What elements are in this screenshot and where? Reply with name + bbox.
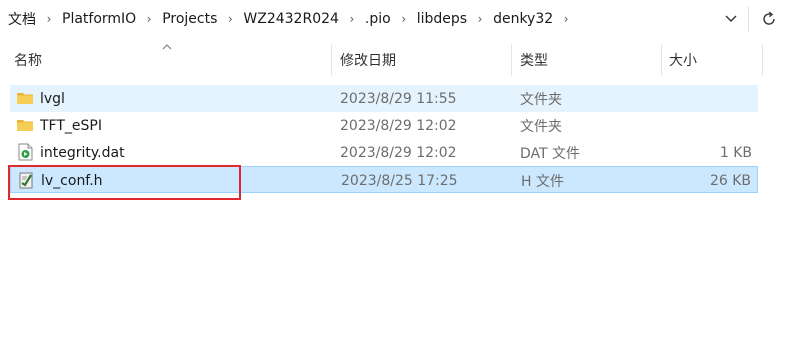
folder-icon <box>17 93 33 104</box>
file-date: 2023/8/29 12:02 <box>340 144 457 161</box>
column-header-type[interactable]: 类型 <box>520 40 548 80</box>
list-item[interactable]: lvgl 2023/8/29 11:55 文件夹 <box>10 85 758 112</box>
column-header-date[interactable]: 修改日期 <box>340 40 396 80</box>
breadcrumb-separator-icon[interactable]: › <box>36 12 62 26</box>
list-item[interactable]: lv_conf.h 2023/8/25 17:25 H 文件 26 KB <box>10 166 758 193</box>
breadcrumb-separator-icon[interactable]: › <box>391 12 417 26</box>
breadcrumb-item-pio[interactable]: .pio <box>365 11 391 27</box>
column-divider[interactable] <box>331 44 332 76</box>
column-divider[interactable] <box>511 44 512 76</box>
breadcrumb-separator-icon[interactable]: › <box>217 12 243 26</box>
file-name: integrity.dat <box>40 144 125 161</box>
file-name: lv_conf.h <box>41 172 103 189</box>
column-header: 名称 修改日期 类型 大小 <box>0 40 789 80</box>
breadcrumb-item-projects[interactable]: Projects <box>162 11 217 27</box>
breadcrumb-separator-icon[interactable]: › <box>553 12 579 26</box>
chevron-down-icon <box>725 15 737 22</box>
dat-file-icon <box>18 143 33 161</box>
address-bar[interactable]: 文档 › PlatformIO › Projects › WZ2432R024 … <box>0 0 789 38</box>
breadcrumb-item-denky32[interactable]: denky32 <box>493 11 553 27</box>
column-header-size[interactable]: 大小 <box>669 40 697 80</box>
breadcrumb-item-platformio[interactable]: PlatformIO <box>62 11 136 27</box>
file-name: TFT_eSPI <box>40 117 102 134</box>
list-item[interactable]: TFT_eSPI 2023/8/29 12:02 文件夹 <box>10 112 758 139</box>
column-divider[interactable] <box>762 44 763 76</box>
breadcrumb-item-documents[interactable]: 文档 <box>8 9 36 29</box>
file-date: 2023/8/29 11:55 <box>340 90 457 107</box>
header-file-icon <box>19 172 33 189</box>
file-date: 2023/8/25 17:25 <box>341 172 458 189</box>
file-size: 26 KB <box>709 172 751 189</box>
file-type: 文件夹 <box>520 91 562 108</box>
file-size: 1 KB <box>719 144 752 161</box>
file-type: H 文件 <box>521 173 564 190</box>
file-type: DAT 文件 <box>520 145 581 162</box>
file-type: 文件夹 <box>520 118 562 135</box>
column-divider[interactable] <box>661 44 662 76</box>
breadcrumb: 文档 › PlatformIO › Projects › WZ2432R024 … <box>0 0 579 38</box>
history-dropdown-button[interactable] <box>714 4 748 34</box>
list-item[interactable]: integrity.dat 2023/8/29 12:02 DAT 文件 1 K… <box>10 139 758 166</box>
breadcrumb-separator-icon[interactable]: › <box>136 12 162 26</box>
file-date: 2023/8/29 12:02 <box>340 117 457 134</box>
breadcrumb-item-project[interactable]: WZ2432R024 <box>243 11 339 27</box>
column-header-name[interactable]: 名称 <box>14 40 42 80</box>
sort-ascending-icon <box>162 40 172 53</box>
breadcrumb-separator-icon[interactable]: › <box>467 12 493 26</box>
breadcrumb-separator-icon[interactable]: › <box>339 12 365 26</box>
file-name: lvgl <box>40 90 65 107</box>
refresh-button[interactable] <box>749 4 789 34</box>
folder-icon <box>17 120 33 131</box>
refresh-icon <box>763 11 775 25</box>
breadcrumb-item-libdeps[interactable]: libdeps <box>417 11 467 27</box>
